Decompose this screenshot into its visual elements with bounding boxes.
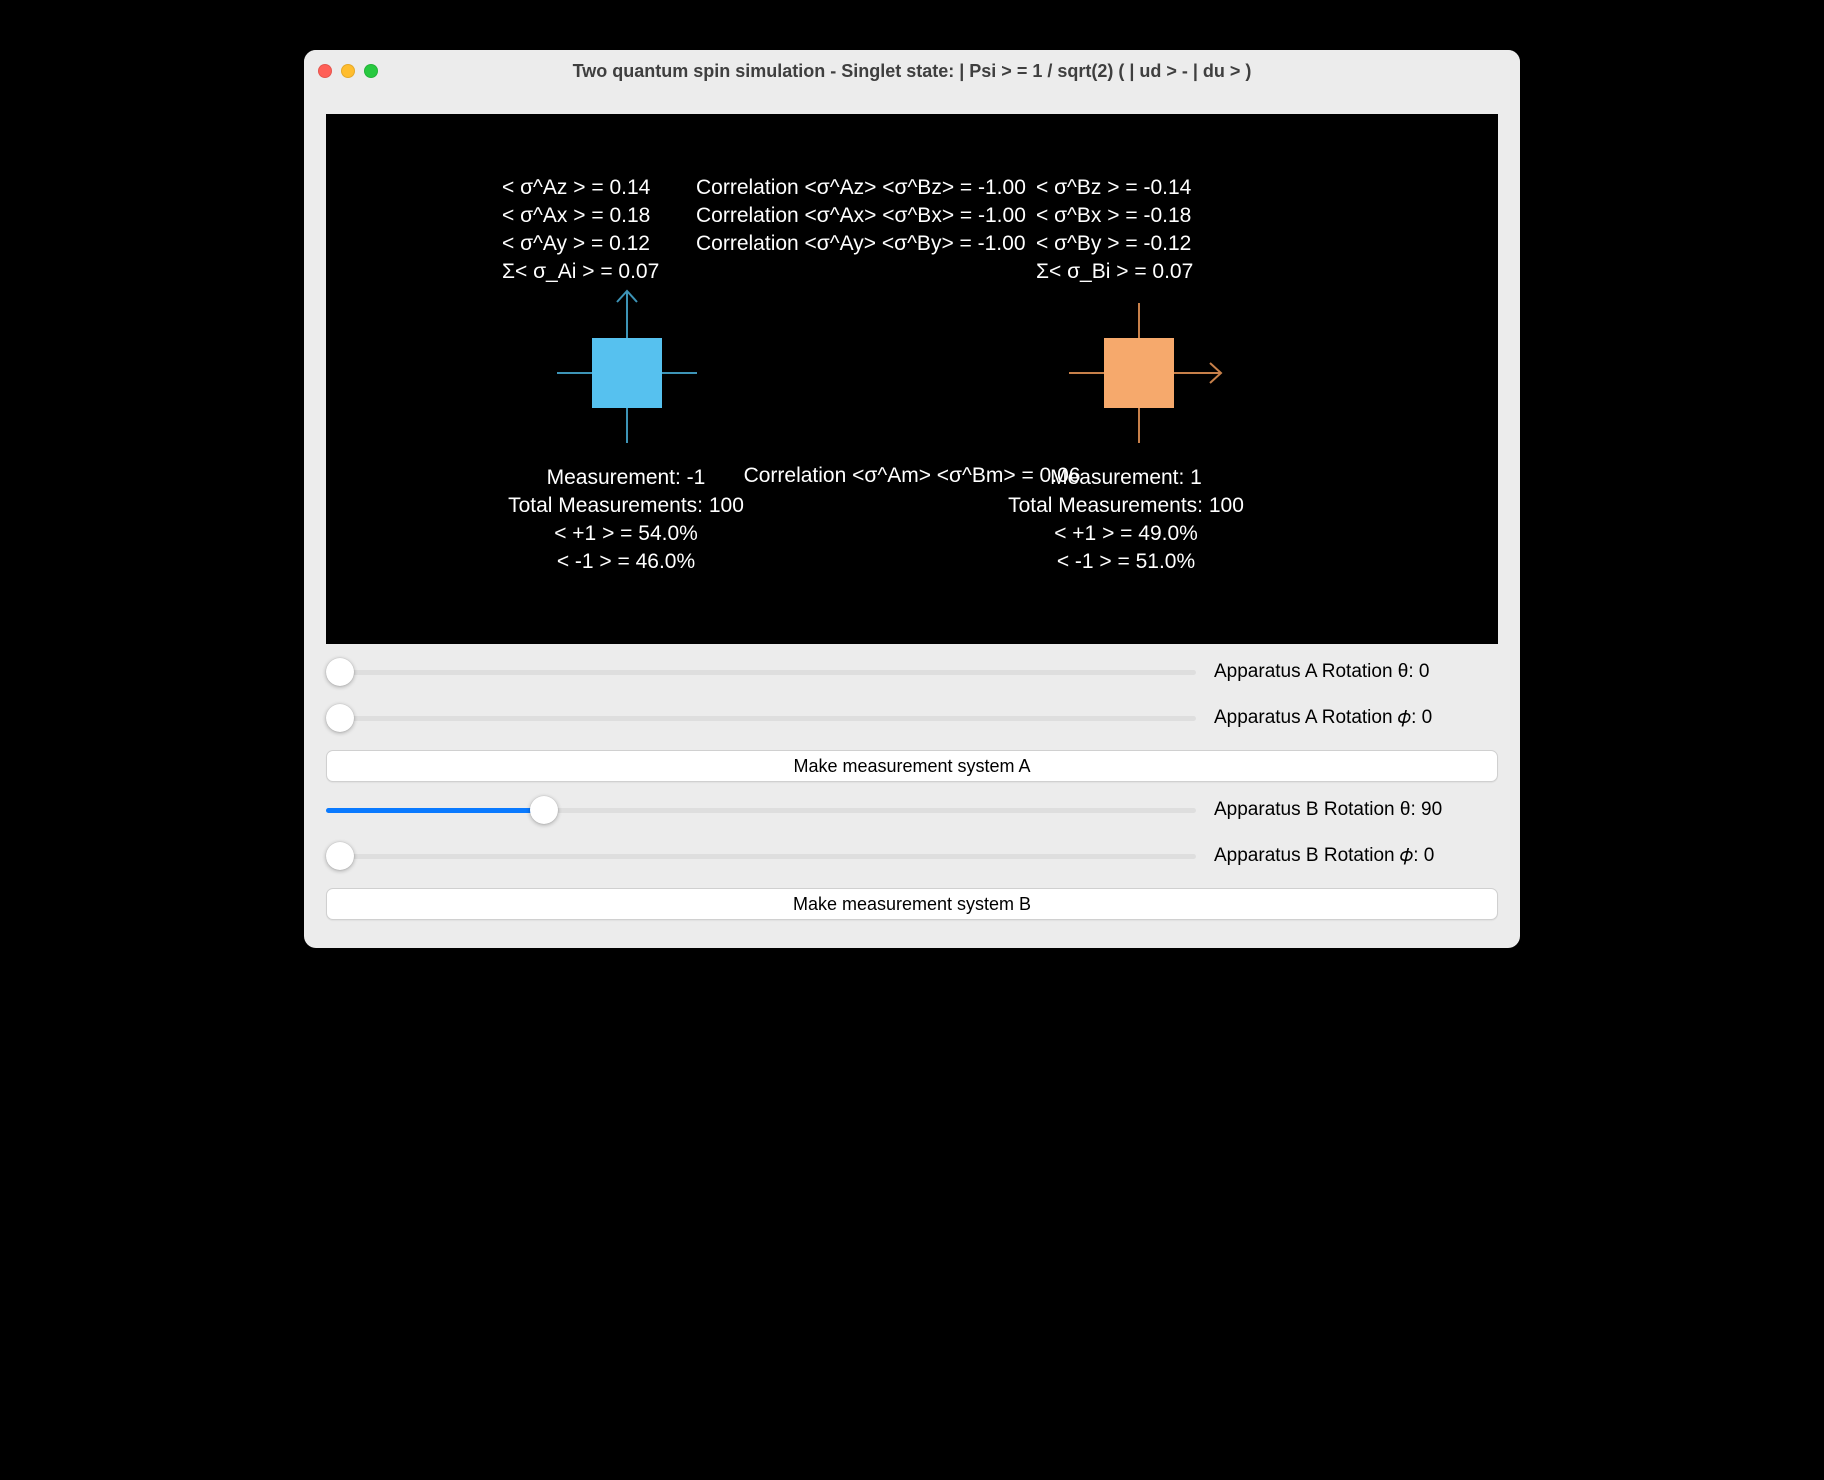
measurement-a-total: Total Measurements: 100 xyxy=(446,492,806,520)
slider-b-theta-label: Apparatus B Rotation θ: 90 xyxy=(1214,799,1442,821)
slider-row-a-phi: Apparatus A Rotation 𝜙: 0 xyxy=(326,700,1498,736)
slider-a-theta[interactable] xyxy=(326,654,1196,690)
simulation-canvas: < σ^Az > = 0.14 < σ^Ax > = 0.18 < σ^Ay >… xyxy=(326,114,1498,644)
sigma-bz-value: < σ^Bz > = -0.14 xyxy=(1036,174,1276,202)
correlation-m: Correlation <σ^Am> <σ^Bm> = 0.06 xyxy=(326,464,1498,488)
measurements-b: Measurement: 1 Total Measurements: 100 <… xyxy=(946,464,1306,576)
apparatus-b xyxy=(1054,288,1224,458)
sigma-b-sum-value: Σ< σ_Bi > = 0.07 xyxy=(1036,258,1276,286)
apparatus-b-icon xyxy=(1054,288,1224,458)
slider-row-a-theta: Apparatus A Rotation θ: 0 xyxy=(326,654,1498,690)
slider-row-b-phi: Apparatus B Rotation 𝜙: 0 xyxy=(326,838,1498,874)
app-window: Two quantum spin simulation - Singlet st… xyxy=(304,50,1520,948)
measure-b-button-label: Make measurement system B xyxy=(793,894,1031,915)
sigma-a-sum-value: Σ< σ_Ai > = 0.07 xyxy=(502,258,742,286)
content-area: < σ^Az > = 0.14 < σ^Ax > = 0.18 < σ^Ay >… xyxy=(304,92,1520,948)
slider-b-phi-label: Apparatus B Rotation 𝜙: 0 xyxy=(1214,845,1434,867)
minimize-icon[interactable] xyxy=(341,64,355,78)
measure-a-button[interactable]: Make measurement system A xyxy=(326,750,1498,782)
close-icon[interactable] xyxy=(318,64,332,78)
measurement-b-minus: < -1 > = 51.0% xyxy=(946,548,1306,576)
slider-a-theta-label: Apparatus A Rotation θ: 0 xyxy=(1214,661,1430,683)
measurement-a-plus: < +1 > = 54.0% xyxy=(446,520,806,548)
slider-b-phi[interactable] xyxy=(326,838,1196,874)
fullscreen-icon[interactable] xyxy=(364,64,378,78)
measurement-b-result: Measurement: 1 xyxy=(946,464,1306,492)
measurement-b-total: Total Measurements: 100 xyxy=(946,492,1306,520)
measurement-b-plus: < +1 > = 49.0% xyxy=(946,520,1306,548)
sigma-by-value: < σ^By > = -0.12 xyxy=(1036,230,1276,258)
stats-column-b: < σ^Bz > = -0.14 < σ^Bx > = -0.18 < σ^By… xyxy=(1036,174,1276,286)
slider-a-phi-label: Apparatus A Rotation 𝜙: 0 xyxy=(1214,707,1432,729)
apparatus-a xyxy=(542,288,712,458)
window-title: Two quantum spin simulation - Singlet st… xyxy=(304,61,1520,82)
window-controls xyxy=(318,64,378,78)
measurement-a-minus: < -1 > = 46.0% xyxy=(446,548,806,576)
measure-b-button[interactable]: Make measurement system B xyxy=(326,888,1498,920)
titlebar: Two quantum spin simulation - Singlet st… xyxy=(304,50,1520,92)
measure-a-button-label: Make measurement system A xyxy=(793,756,1030,777)
apparatus-a-icon xyxy=(542,288,712,458)
slider-a-phi[interactable] xyxy=(326,700,1196,736)
slider-b-theta[interactable] xyxy=(326,792,1196,828)
sigma-bx-value: < σ^Bx > = -0.18 xyxy=(1036,202,1276,230)
slider-row-b-theta: Apparatus B Rotation θ: 90 xyxy=(326,792,1498,828)
